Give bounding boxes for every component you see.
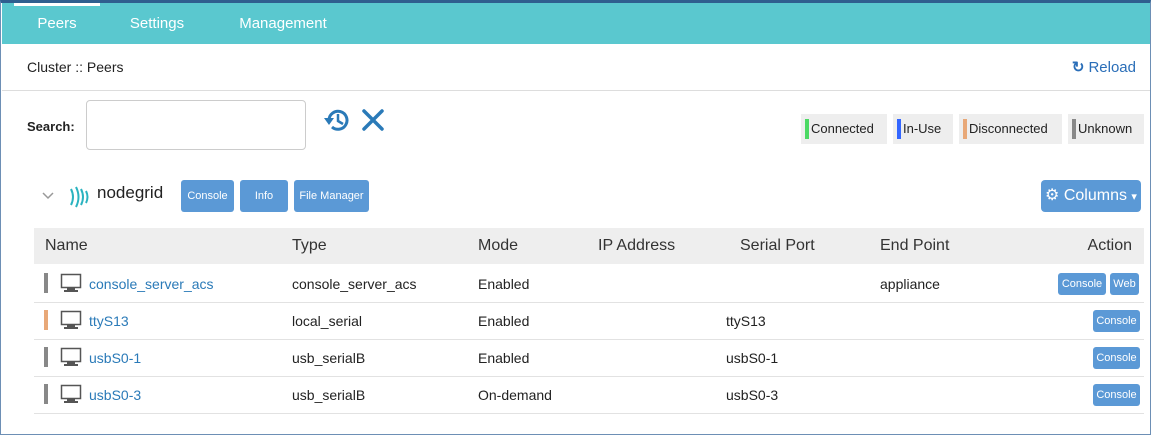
reload-icon: ↻ — [1071, 59, 1085, 76]
column-header-mode[interactable]: Mode — [478, 237, 518, 255]
columns-label: Columns — [1063, 187, 1127, 204]
peer-mode: Enabled — [478, 313, 530, 329]
legend-in-use: In-Use — [893, 114, 953, 144]
peer-mode: On-demand — [478, 387, 552, 403]
row-console-button[interactable]: Console — [1093, 310, 1140, 332]
gear-icon: ⚙ — [1045, 187, 1060, 204]
status-indicator — [44, 384, 48, 404]
tab-peers[interactable]: Peers — [14, 3, 100, 44]
legend-label: Disconnected — [969, 121, 1048, 136]
legend-disconnected: Disconnected — [959, 114, 1062, 144]
legend-unknown: Unknown — [1068, 114, 1144, 144]
device-monitor-icon — [60, 384, 82, 403]
peer-mode: Enabled — [478, 276, 530, 292]
legend-label: Unknown — [1078, 121, 1133, 136]
peer-name-link[interactable]: console_server_acs — [89, 276, 214, 292]
table-row: console_server_acs console_server_acs Enab… — [34, 265, 1144, 303]
peer-serial-port: usbS0-1 — [726, 350, 779, 366]
peer-mode: Enabled — [478, 350, 530, 366]
host-name: nodegrid — [97, 183, 164, 202]
column-header-type[interactable]: Type — [292, 237, 327, 255]
status-indicator — [44, 273, 48, 293]
legend-swatch — [1072, 119, 1076, 139]
legend-label: In-Use — [903, 121, 942, 136]
peer-type: local_serial — [292, 313, 363, 329]
status-indicator — [44, 347, 48, 367]
host-console-button[interactable]: Console — [181, 180, 234, 212]
peer-name-link[interactable]: ttyS13 — [89, 313, 129, 329]
column-header-ip-address[interactable]: IP Address — [598, 237, 675, 255]
legend-swatch — [805, 119, 809, 139]
host-file-manager-button[interactable]: File Manager — [294, 180, 369, 212]
peer-serial-port: ttyS13 — [726, 313, 766, 329]
peer-name-link[interactable]: usbS0-3 — [89, 387, 141, 403]
table-row: usbS0-1 usb_serialB Enabled usbS0-1 Console — [34, 339, 1144, 377]
tab-settings[interactable]: Settings — [114, 3, 200, 44]
table-row: ttyS13 local_serial Enabled ttyS13 Console — [34, 302, 1144, 340]
columns-button[interactable]: ⚙ Columns ▾ — [1041, 180, 1141, 212]
peer-name-link[interactable]: usbS0-1 — [89, 350, 141, 366]
legend-label: Connected — [811, 121, 874, 136]
breadcrumb-bar: Cluster :: Peers ↻ Reload — [2, 44, 1150, 91]
column-header-name[interactable]: Name — [45, 237, 88, 255]
row-web-button[interactable]: Web — [1110, 273, 1139, 295]
nodegrid-logo-icon — [70, 186, 89, 208]
column-header-action: Action — [1087, 237, 1132, 254]
legend-swatch — [963, 119, 967, 139]
legend-connected: Connected — [801, 114, 887, 144]
breadcrumb: Cluster :: Peers — [27, 59, 124, 75]
row-console-button[interactable]: Console — [1058, 273, 1106, 295]
device-monitor-icon — [60, 310, 82, 329]
peer-end-point: appliance — [880, 276, 940, 292]
caret-down-icon: ▾ — [1131, 191, 1137, 203]
top-tab-bar: Peers Settings Management — [2, 3, 1150, 44]
peer-type: usb_serialB — [292, 350, 366, 366]
legend-swatch — [897, 119, 901, 139]
device-monitor-icon — [60, 347, 82, 366]
status-indicator — [44, 310, 48, 330]
column-header-serial-port[interactable]: Serial Port — [740, 237, 815, 255]
search-history-icon[interactable] — [322, 105, 352, 135]
peer-type: usb_serialB — [292, 387, 366, 403]
tab-management[interactable]: Management — [228, 3, 338, 44]
search-label: Search: — [27, 119, 75, 134]
peer-type: console_server_acs — [292, 276, 417, 292]
column-header-end-point[interactable]: End Point — [880, 237, 949, 255]
search-input[interactable] — [86, 100, 306, 150]
reload-label: Reload — [1088, 59, 1136, 76]
table-header: Name Type Mode IP Address Serial Port En… — [34, 228, 1144, 264]
clear-search-icon[interactable] — [360, 107, 386, 133]
device-monitor-icon — [60, 273, 82, 292]
row-console-button[interactable]: Console — [1093, 347, 1140, 369]
row-console-button[interactable]: Console — [1093, 384, 1140, 406]
peer-serial-port: usbS0-3 — [726, 387, 779, 403]
reload-button[interactable]: ↻ Reload — [1072, 58, 1136, 76]
host-info-button[interactable]: Info — [240, 180, 288, 212]
table-row: usbS0-3 usb_serialB On-demand usbS0-3 Consol… — [34, 376, 1144, 414]
chevron-down-icon[interactable] — [41, 188, 55, 202]
